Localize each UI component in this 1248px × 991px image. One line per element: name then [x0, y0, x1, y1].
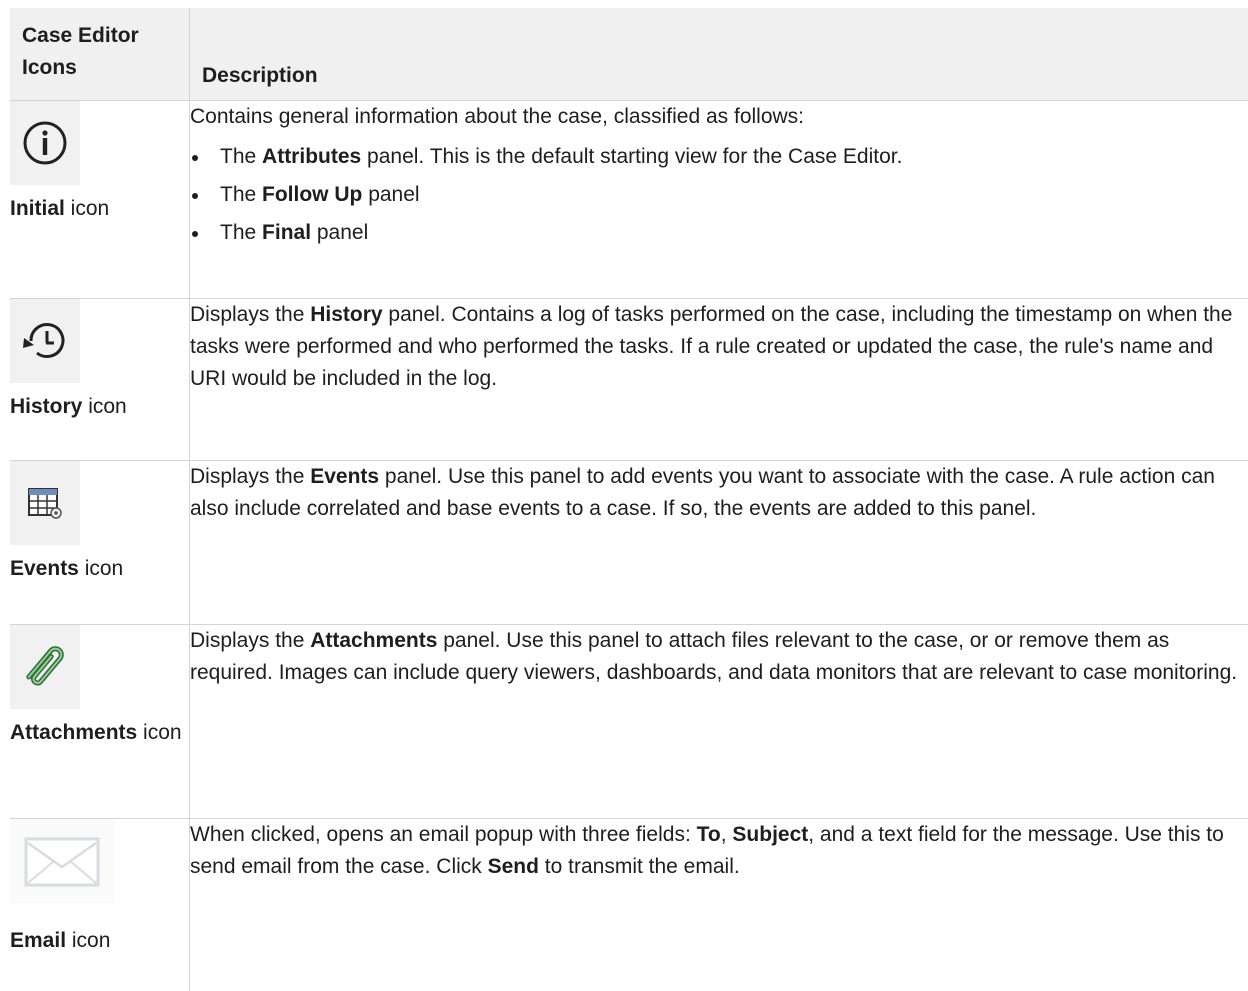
column-header-description: Description [189, 8, 1248, 101]
list-item: The Follow Up panel [190, 179, 1248, 211]
table-row: Events icon Displays the Events panel. U… [10, 460, 1248, 625]
events-grid-icon [10, 461, 80, 545]
icon-cell: Initial icon [10, 100, 190, 299]
icon-label: Attachments icon [10, 721, 182, 744]
icon-cell: History icon [10, 298, 190, 461]
icon-cell: Attachments icon [10, 624, 190, 819]
description-text: Displays the Events panel. Use this pane… [190, 465, 1215, 520]
icon-label: Email icon [10, 929, 111, 952]
icon-cell: Email icon [10, 818, 190, 991]
list-item: The Attributes panel. This is the defaul… [190, 141, 1248, 173]
info-icon [10, 101, 80, 185]
description-cell: Displays the Attachments panel. Use this… [190, 625, 1248, 819]
description-text: Displays the History panel. Contains a l… [190, 303, 1233, 390]
icon-label: History icon [10, 395, 127, 418]
table-row: Initial icon Contains general informatio… [10, 100, 1248, 299]
icon-label: Events icon [10, 557, 124, 580]
panel-list: The Attributes panel. This is the defaul… [190, 141, 1248, 249]
description-text: When clicked, opens an email popup with … [190, 823, 1224, 878]
table-row: Attachments icon Displays the Attachment… [10, 624, 1248, 819]
description-cell: Contains general information about the c… [190, 101, 1248, 299]
header-row: Case Editor Icons Description [10, 8, 1248, 101]
table-row: Email icon When clicked, opens an email … [10, 818, 1248, 991]
description-intro: Contains general information about the c… [190, 105, 805, 128]
description-cell: Displays the Events panel. Use this pane… [190, 461, 1248, 625]
description-cell: When clicked, opens an email popup with … [190, 819, 1248, 991]
list-item: The Final panel [190, 217, 1248, 249]
icon-label: Initial icon [10, 197, 110, 220]
envelope-icon [10, 819, 114, 903]
icon-cell: Events icon [10, 460, 190, 625]
case-editor-icons-table: Case Editor Icons Description Initial ic… [10, 8, 1248, 991]
column-header-icons: Case Editor Icons [10, 8, 190, 101]
table-row: History icon Displays the History panel.… [10, 298, 1248, 461]
description-cell: Displays the History panel. Contains a l… [190, 299, 1248, 461]
paperclip-icon [10, 625, 80, 709]
description-text: Displays the Attachments panel. Use this… [190, 629, 1238, 684]
history-icon [10, 299, 80, 383]
